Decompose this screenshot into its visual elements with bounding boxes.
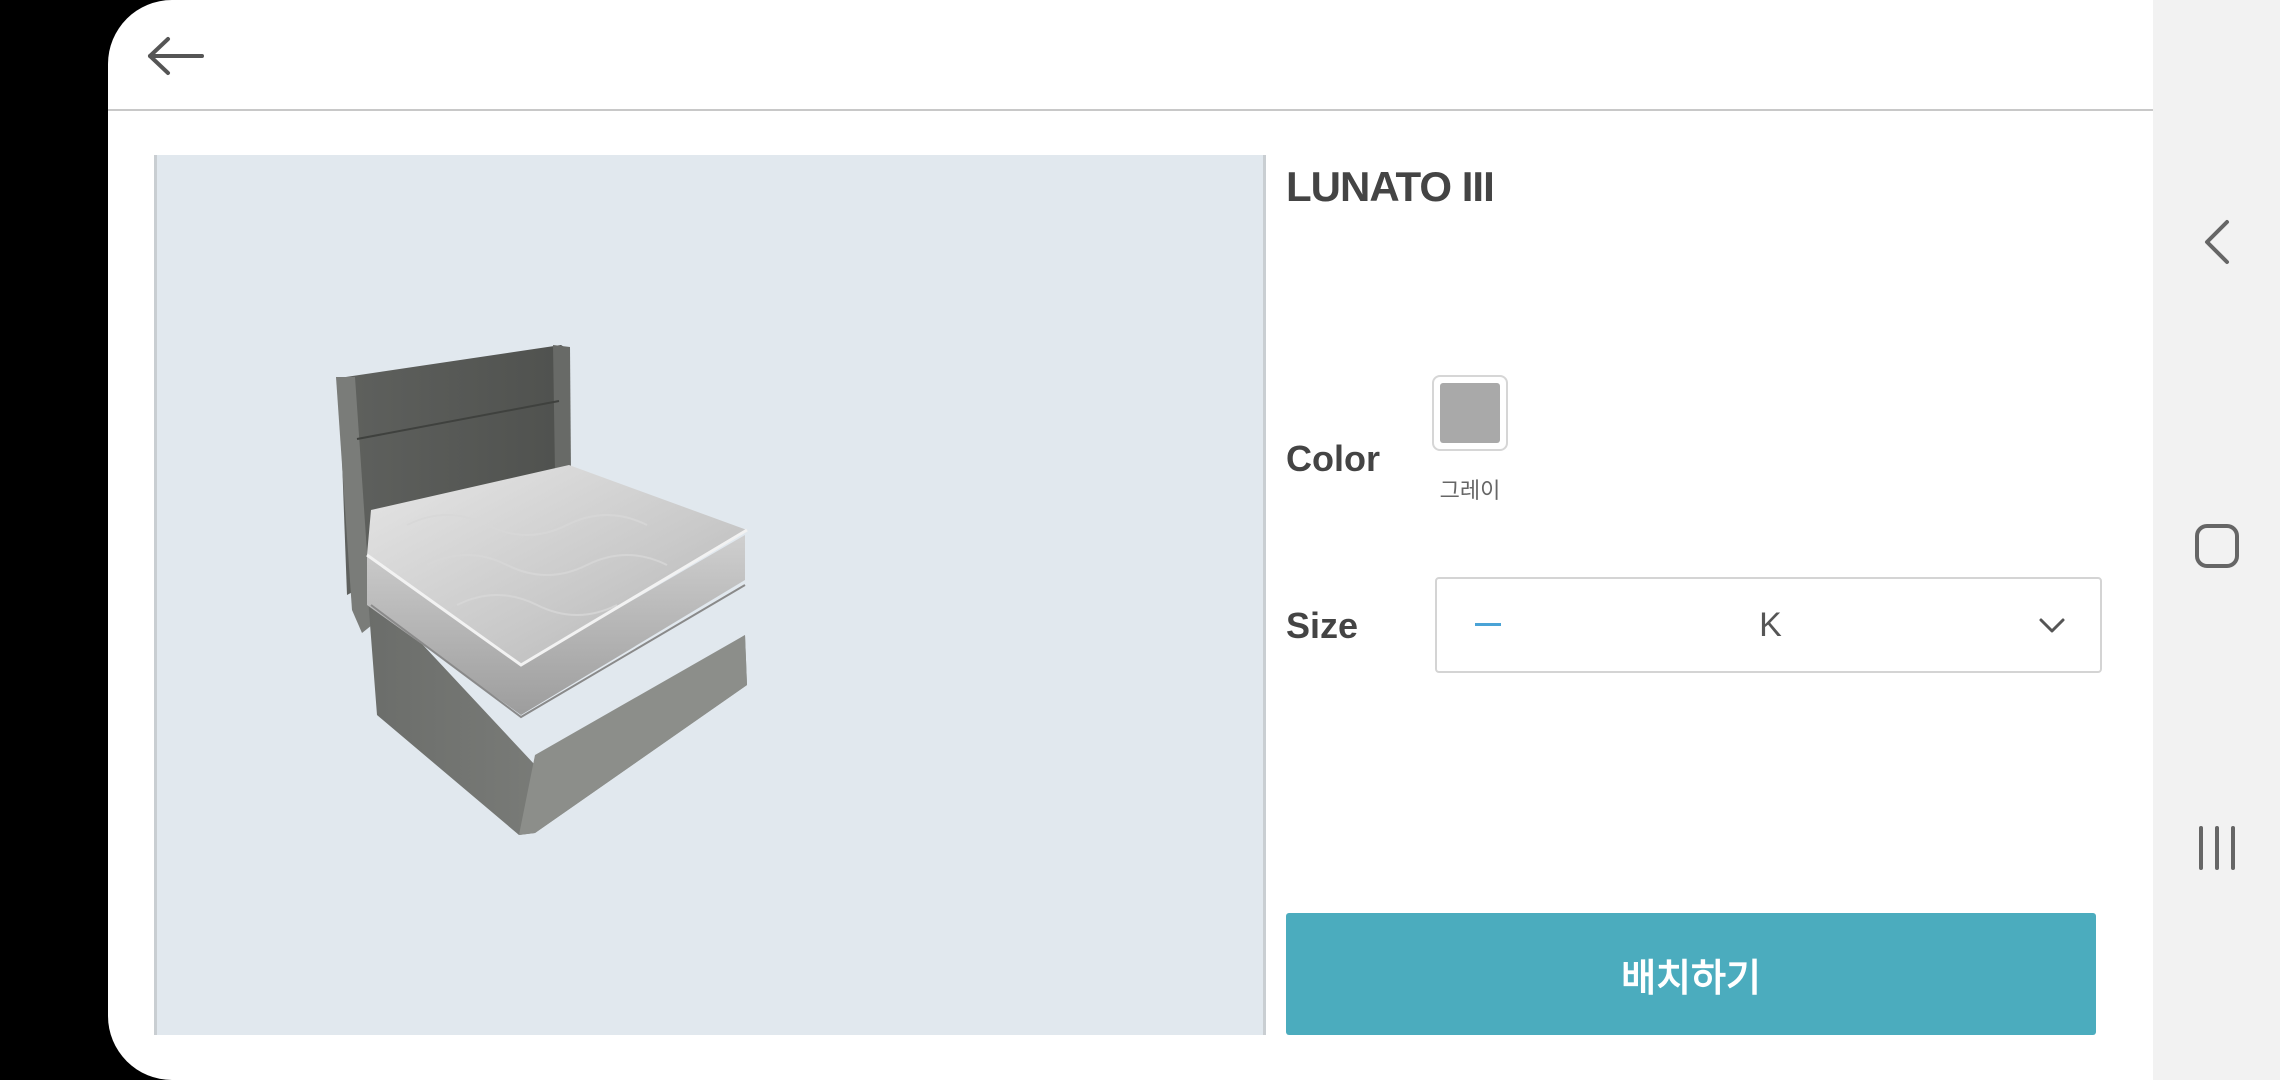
screen: LUNATO III Color 그레이 Size K 배치하기: [0, 0, 2280, 1080]
product-options-panel: LUNATO III Color 그레이 Size K 배치하기: [1286, 155, 2102, 1035]
size-label: Size: [1286, 605, 1359, 646]
color-label: Color: [1286, 438, 1380, 479]
size-selected-value: K: [1759, 606, 1782, 644]
top-bar: [108, 0, 2153, 111]
swatch-fill: [1440, 383, 1500, 443]
product-title: LUNATO III: [1286, 163, 1495, 210]
color-swatch-gray[interactable]: [1432, 375, 1508, 451]
chevron-down-icon: [2039, 618, 2065, 633]
nav-back-button[interactable]: [2185, 210, 2249, 274]
nav-recents-button[interactable]: [2185, 816, 2249, 880]
bed-model-image: [336, 345, 748, 835]
system-nav-bar: [2153, 0, 2280, 1080]
3d-model-viewer[interactable]: [154, 155, 1266, 1035]
nav-home-button[interactable]: [2185, 514, 2249, 578]
nav-recents-icon: [2199, 826, 2235, 870]
size-dropdown[interactable]: K: [1435, 577, 2102, 673]
app-window: LUNATO III Color 그레이 Size K 배치하기: [108, 0, 2153, 1080]
nav-home-icon: [2195, 524, 2239, 568]
nav-back-icon: [2205, 220, 2229, 264]
place-button[interactable]: 배치하기: [1286, 913, 2096, 1035]
back-button[interactable]: [144, 24, 208, 88]
arrow-left-icon: [148, 37, 204, 75]
color-swatch-caption: 그레이: [1439, 479, 1501, 504]
